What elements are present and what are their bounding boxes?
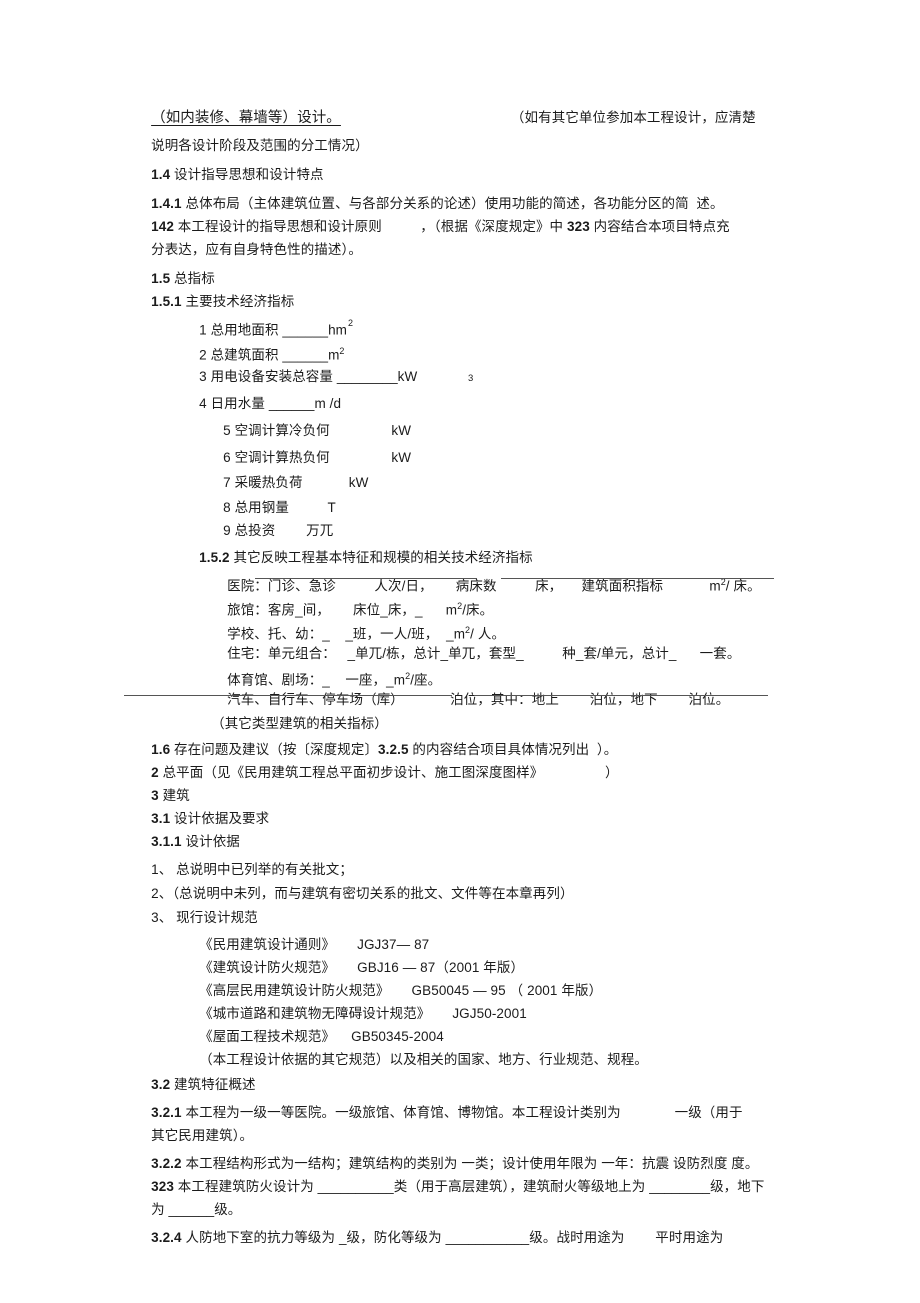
heading-3: 3 建筑 [128,770,828,803]
paragraph-3-2-4: 3.2.4 人防地下室的抗力等级为 _级，防化等级为 ___________级。… [128,1212,828,1245]
standard-item-4: 《城市道路和建筑物无障碍设计规范》 JGJ50-2001 [128,988,828,1021]
paragraph-3-2-1-cont: 其它民用建筑）。 [128,1110,828,1143]
indicator-item-8: 8 总用钢量 T [128,482,828,515]
indicator-item-7: 7 采暖热负荷 kW [128,457,828,490]
paragraph-3-2-2: 3.2.2 本工程结构形式为一结构；建筑结构的类别为 一类；设计使用年限为 一年… [128,1138,828,1171]
building-row-hotel: 旅馆：客房_间， 床位_床，_ m2/床。 [128,581,828,618]
heading-1-5-2: 1.5.2 其它反映工程基本特征和规模的相关技术经济指标 [128,532,828,565]
heading-3-1: 3.1 设计依据及要求 [128,793,828,826]
paragraph-1-4-2-cont: 分表达，应有自身特色性的描述）。 [128,224,828,257]
paragraph-1-4-2: 142 本工程设计的指导思想和设计原则 ，（根据《深度规定》中 323 内容结合… [128,201,828,234]
standard-item-1: 《民用建筑设计通则》 JGJ37— 87 [128,919,828,952]
paragraph-intro-line1: （如内装修、幕墙等）设计。 （如有其它单位参加本工程设计，应清楚 [128,92,828,126]
building-row-hospital: 医院：门诊、急诊 人次/日， 病床数 床， 建筑面积指标 m2/ 床。 [128,557,828,594]
heading-1-5: 1.5 总指标 [128,253,828,286]
parking-underline-1 [124,695,452,696]
paragraph-3-2-4-number: 3.2.4 [151,1230,182,1245]
hospital-underline-1 [255,578,477,579]
standard-item-3: 《高层民用建筑设计防火规范》 GB50045 — 95 （ 2001 年版） [128,965,828,998]
basis-item-1: 1、 总说明中已列举的有关批文； [128,844,828,877]
heading-3-1-1: 3.1.1 设计依据 [128,816,828,849]
heading-2: 2 总平面（见《民用建筑工程总平面初步设计、施工图深度图样》 ） [128,747,828,780]
standard-item-2: 《建筑设计防火规范》 GBJ16 — 87（2001 年版） [128,942,828,975]
hospital-underline-2 [501,578,774,579]
standard-item-5: 《屋面工程技术规范》 GB50345-2004 [128,1011,828,1044]
building-row-residence: 住宅：单元组合： _单兀/栋，总计_单兀，套型_ 种_套/单元，总计_ 一套。 [128,628,828,661]
indicator-item-4: 4 日用水量 ______m /d 3 [128,373,828,411]
heading-3-2: 3.2 建筑特征概述 [128,1059,828,1092]
building-row-parking: 汽车、自行车、停车场（库） 泊位，其中：地上 泊位，地下 泊位。 [124,674,828,707]
building-row-other-note: （其它类型建筑的相关指标） [128,698,828,731]
heading-1-4: 1.4 设计指导思想和设计特点 [128,149,828,182]
indicator-item-3: 3 用电设备安装总容量 ________kW [128,351,828,384]
paragraph-1-4-1: 1.4.1 总体布局（主体建筑位置、与各部分关系的论述）使用功能的简述，各功能分… [128,178,828,211]
indicator-item-6: 6 空调计算热负何 kW [128,432,828,465]
heading-1-5-1: 1.5.1 主要技术经济指标 [128,276,828,309]
paragraph-3-2-4-text: 人防地下室的抗力等级为 _级，防化等级为 ___________级。战时用途为 … [181,1230,724,1245]
indicator-item-1: 1 总用地面积 ______hm2 [128,301,828,338]
standard-note: （本工程设计依据的其它规范）以及相关的国家、地方、行业规范、规程。 [128,1034,828,1067]
parking-underline-2 [474,695,768,696]
indicator-item-2: 2 总建筑面积 ______m2 [128,326,828,363]
basis-item-2: 2、（总说明中未列，而与建筑有密切关系的批文、文件等在本章再列） [128,868,828,901]
paragraph-intro-line2: 说明各设计阶段及范围的分工情况） [128,120,828,153]
document-page: （如内装修、幕墙等）设计。 （如有其它单位参加本工程设计，应清楚 说明各设计阶段及… [0,0,920,1303]
building-row-school: 学校、托、幼：_ _班，一人/班， _m2/ 人。 [128,605,828,642]
indicator-item-5: 5 空调计算冷负何 kW [128,405,828,438]
paragraph-1-6: 1.6 存在问题及建议（按〔深度规定〕3.2.5 的内容结合项目具体情况列出 ）… [128,724,828,757]
building-row-stadium: 体育馆、剧场：_ 一座，_m2/座。 [128,651,828,688]
paragraph-3-2-1: 3.2.1 本工程为一级一等医院。一级旅馆、体育馆、博物馆。本工程设计类别为 一… [128,1087,828,1120]
document-body: （如内装修、幕墙等）设计。 （如有其它单位参加本工程设计，应清楚 说明各设计阶段及… [124,92,828,1245]
indicator-item-9: 9 总投资 万兀 [128,505,828,538]
basis-item-3: 3、 现行设计规范 [128,892,828,925]
paragraph-3-2-3: 323 本工程建筑防火设计为 __________类（用于高层建筑），建筑耐火等… [128,1161,828,1194]
paragraph-3-2-3-cont: 为 ______级。 [128,1184,828,1217]
indicator-item-4-superscript: 3 [468,373,474,384]
